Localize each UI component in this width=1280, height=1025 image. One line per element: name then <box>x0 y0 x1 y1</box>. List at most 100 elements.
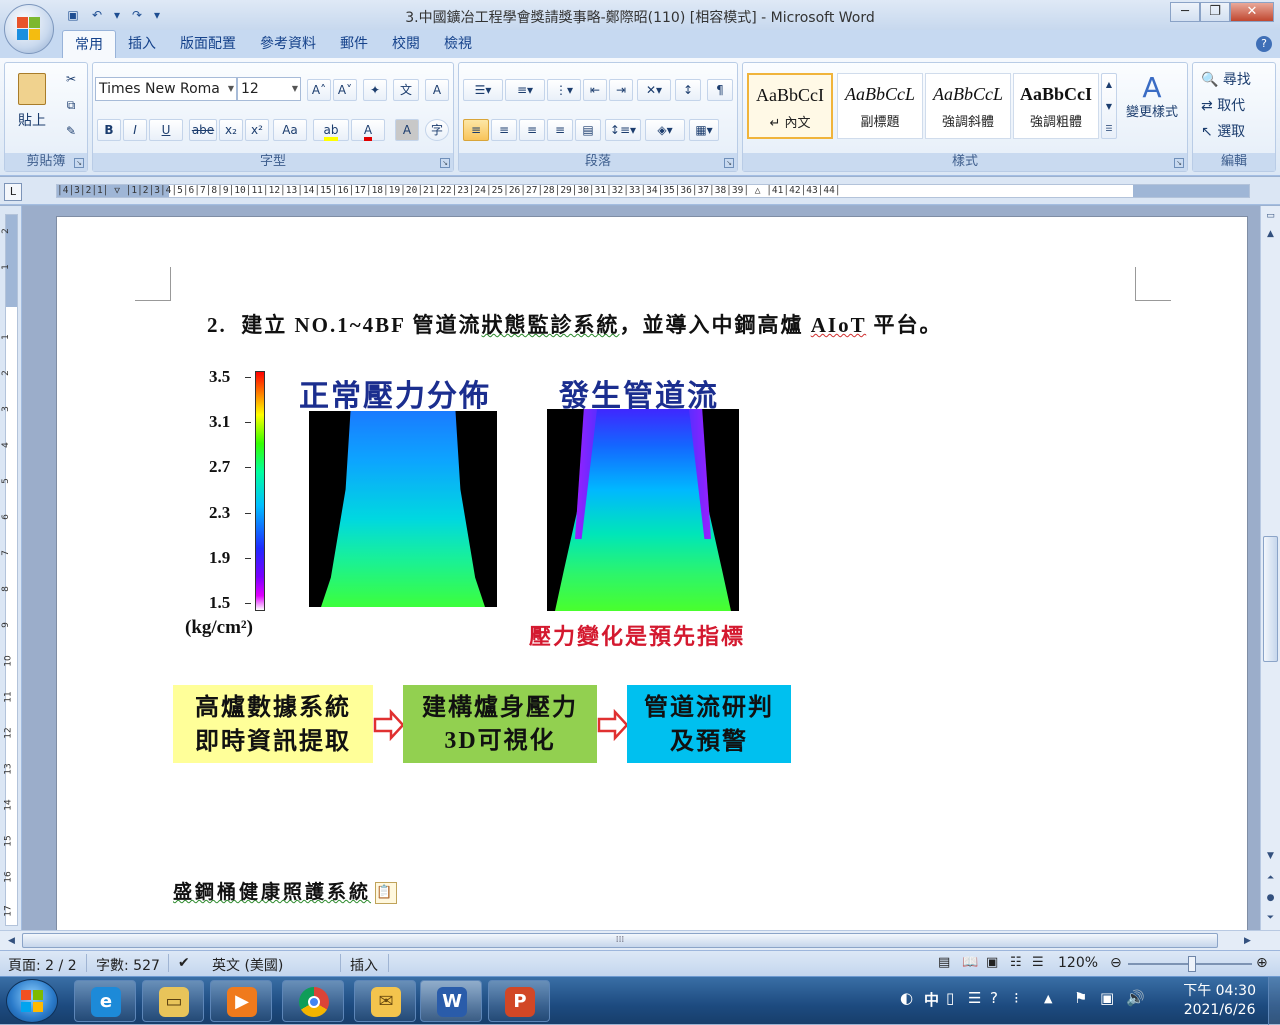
font-size-combo[interactable]: 12 ▼ <box>237 77 301 101</box>
paste-options-icon[interactable]: 📋 <box>375 881 398 904</box>
line-spacing-icon[interactable]: ↕≡▾ <box>605 119 641 141</box>
shrink-font-button[interactable]: A˅ <box>333 79 357 101</box>
sort-icon[interactable]: ↕ <box>675 79 701 101</box>
previous-page-icon[interactable]: ⏶ <box>1263 870 1278 886</box>
multilevel-list-icon[interactable]: ⋮▾ <box>547 79 581 101</box>
bold-button[interactable]: B <box>97 119 121 141</box>
proofing-icon[interactable]: ✔ <box>178 955 190 971</box>
decrease-indent-icon[interactable]: ⇤ <box>583 79 607 101</box>
superscript-button[interactable]: x² <box>245 119 269 141</box>
italic-button[interactable]: I <box>123 119 147 141</box>
change-case-button[interactable]: Aa <box>273 119 307 141</box>
taskbar-word[interactable]: W <box>420 980 482 1022</box>
minimize-button[interactable]: ─ <box>1170 2 1200 22</box>
page-count[interactable]: 頁面: 2 / 2 <box>8 955 77 975</box>
insert-mode[interactable]: 插入 <box>350 955 378 975</box>
network-icon[interactable]: ▣ <box>1100 989 1114 1007</box>
style-strong[interactable]: AaBbCcI 強調粗體 <box>1013 73 1099 139</box>
taskbar-ie[interactable]: e <box>74 980 136 1022</box>
action-center-flag-icon[interactable]: ⚑ <box>1074 989 1087 1007</box>
tab-review[interactable]: 校閱 <box>380 30 432 58</box>
ime-help-icon[interactable]: ? <box>990 989 998 1007</box>
font-size-dropdown-icon[interactable]: ▼ <box>292 78 298 100</box>
vertical-scroll-thumb[interactable] <box>1263 536 1278 662</box>
close-button[interactable]: ✕ <box>1230 2 1274 22</box>
tab-selector-icon[interactable]: L <box>4 183 22 201</box>
office-button[interactable] <box>4 4 54 54</box>
underline-button[interactable]: U <box>149 119 183 141</box>
paragraph-launcher-icon[interactable]: ↘ <box>724 158 734 168</box>
document-workspace[interactable]: 2. 建立 NO.1~4BF 管道流狀態監診系統，並導入中鋼高爐 AIoT 平台… <box>22 206 1260 930</box>
language-indicator[interactable]: 英文 (美國) <box>212 955 283 975</box>
ruler-toggle-icon[interactable]: ▭ <box>1263 208 1278 224</box>
justify-icon[interactable]: ≡ <box>547 119 573 141</box>
font-launcher-icon[interactable]: ↘ <box>440 158 450 168</box>
character-border-icon[interactable]: A <box>425 79 449 101</box>
enclose-characters-icon[interactable]: 字 <box>425 119 449 141</box>
scroll-right-icon[interactable]: ▶ <box>1240 933 1255 949</box>
browse-object-icon[interactable]: ● <box>1263 890 1278 906</box>
copy-icon[interactable]: ⧉ <box>61 95 81 117</box>
shading-icon[interactable]: ◈▾ <box>645 119 685 141</box>
taskbar-outlook[interactable]: ✉ <box>354 980 416 1022</box>
tab-mailings[interactable]: 郵件 <box>328 30 380 58</box>
word-count[interactable]: 字數: 527 <box>96 955 160 975</box>
find-button[interactable]: 🔍 尋找 <box>1201 69 1251 89</box>
show-marks-icon[interactable]: ¶ <box>707 79 733 101</box>
clipboard-launcher-icon[interactable]: ↘ <box>74 158 84 168</box>
show-hidden-icons[interactable]: ▲ <box>1044 992 1052 1005</box>
styles-scroll-icon[interactable]: ▲ ▼ ☰ <box>1101 73 1117 139</box>
grow-font-button[interactable]: A˄ <box>307 79 331 101</box>
select-button[interactable]: ↖ 選取 <box>1201 121 1245 141</box>
volume-icon[interactable]: 🔊 <box>1126 989 1145 1007</box>
full-screen-reading-icon[interactable]: 📖 <box>962 955 978 970</box>
show-desktop-button[interactable] <box>1268 977 1280 1025</box>
vertical-ruler-scale[interactable] <box>5 214 18 926</box>
scroll-left-icon[interactable]: ◀ <box>4 933 19 949</box>
scroll-down-icon[interactable]: ▼ <box>1263 848 1278 864</box>
tab-page-layout[interactable]: 版面配置 <box>168 30 248 58</box>
ime-settings-icon[interactable]: ⁝ <box>1014 989 1019 1007</box>
ime-options-icon[interactable]: ☰ <box>968 989 981 1007</box>
strikethrough-button[interactable]: abe <box>189 119 217 141</box>
subscript-button[interactable]: x₂ <box>219 119 243 141</box>
format-painter-icon[interactable]: ✎ <box>61 121 81 143</box>
horizontal-scroll-thumb[interactable]: ⁞⁞⁞ <box>22 933 1218 948</box>
zoom-slider-thumb[interactable] <box>1188 956 1196 972</box>
replace-button[interactable]: ⇄ 取代 <box>1201 95 1245 115</box>
tab-references[interactable]: 參考資料 <box>248 30 328 58</box>
section-heading[interactable]: 2. 建立 NO.1~4BF 管道流狀態監診系統，並導入中鋼高爐 AIoT 平台… <box>207 309 942 339</box>
draft-view-icon[interactable]: ☰ <box>1032 955 1044 970</box>
increase-indent-icon[interactable]: ⇥ <box>609 79 633 101</box>
text-direction-icon[interactable]: ✕▾ <box>637 79 671 101</box>
style-subtitle[interactable]: AaBbCcL 副標題 <box>837 73 923 139</box>
clear-format-icon[interactable]: ✦ <box>363 79 387 101</box>
ime-indicator[interactable]: 中 <box>924 989 939 1010</box>
tab-view[interactable]: 檢視 <box>432 30 484 58</box>
styles-launcher-icon[interactable]: ↘ <box>1174 158 1184 168</box>
align-right-icon[interactable]: ≡ <box>519 119 545 141</box>
tab-insert[interactable]: 插入 <box>116 30 168 58</box>
taskbar-powerpoint[interactable]: P <box>488 980 550 1022</box>
bullets-icon[interactable]: ☰▾ <box>463 79 503 101</box>
distributed-icon[interactable]: ▤ <box>575 119 601 141</box>
clock[interactable]: 下午 04:30 2021/6/26 <box>1183 982 1256 1020</box>
character-shading-icon[interactable]: A <box>395 119 419 141</box>
align-center-icon[interactable]: ≡ <box>491 119 517 141</box>
change-styles-button[interactable]: A 變更樣式 <box>1121 71 1183 149</box>
language-bar-icon[interactable]: ◐ <box>900 989 913 1007</box>
style-normal[interactable]: AaBbCcI ↵ 內文 <box>747 73 833 139</box>
web-layout-icon[interactable]: ▣ <box>986 955 998 970</box>
scroll-up-icon[interactable]: ▲ <box>1263 226 1278 242</box>
outline-view-icon[interactable]: ☷ <box>1010 955 1022 970</box>
next-page-icon[interactable]: ⏷ <box>1263 910 1278 926</box>
tab-home[interactable]: 常用 <box>62 30 116 58</box>
ladle-system-heading[interactable]: 盛鋼桶健康照護系統 📋 <box>173 877 398 904</box>
align-left-icon[interactable]: ≡ <box>463 119 489 141</box>
numbering-icon[interactable]: ≡▾ <box>505 79 545 101</box>
zoom-in-icon[interactable]: ⊕ <box>1256 955 1268 971</box>
restore-button[interactable]: ❐ <box>1200 2 1230 22</box>
font-name-dropdown-icon[interactable]: ▼ <box>228 78 234 100</box>
cut-icon[interactable]: ✂ <box>61 69 81 91</box>
taskbar-media-player[interactable]: ▶ <box>210 980 272 1022</box>
